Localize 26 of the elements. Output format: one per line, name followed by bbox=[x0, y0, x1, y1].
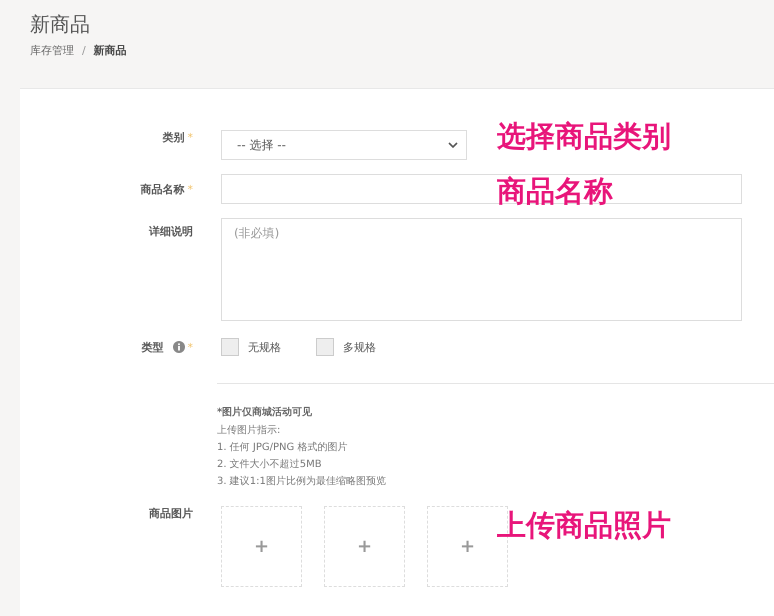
annotation-text: 选择商品类别 bbox=[497, 118, 671, 154]
info-icon bbox=[172, 341, 184, 353]
category-select[interactable]: -- 选择 -- bbox=[221, 130, 467, 160]
required-mark: * bbox=[188, 340, 193, 354]
breadcrumb-current: 新商品 bbox=[94, 43, 127, 58]
description-field[interactable]: (非必填) bbox=[221, 218, 742, 321]
checkbox-label: 无规格 bbox=[248, 340, 281, 354]
field-label: 商品图片 bbox=[149, 506, 193, 521]
annotation-text: 商品名称 bbox=[497, 173, 613, 209]
field-label: 类型 bbox=[142, 340, 164, 354]
checkbox[interactable] bbox=[221, 338, 239, 356]
checkbox[interactable] bbox=[316, 338, 334, 356]
field-label: 类别 bbox=[162, 130, 184, 145]
breadcrumb-link[interactable]: 库存管理 bbox=[30, 43, 74, 58]
field-label: 商品名称 bbox=[140, 182, 184, 197]
required-mark: * bbox=[188, 131, 193, 144]
page-title: 新商品 bbox=[30, 11, 91, 38]
field-label: 详细说明 bbox=[149, 224, 193, 239]
image-upload-slot[interactable]: + bbox=[324, 506, 405, 587]
image-upload-slot[interactable]: + bbox=[221, 506, 302, 587]
chevron-down-icon bbox=[448, 142, 458, 148]
required-mark: * bbox=[188, 183, 193, 196]
upload-instructions: *图片仅商城活动可见 上传图片指示: 1. 任何 JPG/PNG 格式的图片 2. 文件大小不超过5MB 3. 建议1:1图片比例为最佳缩略图预览 bbox=[217, 405, 387, 489]
checkbox-label: 多规格 bbox=[343, 340, 376, 354]
breadcrumb-separator: / bbox=[82, 44, 86, 57]
input-field[interactable] bbox=[221, 174, 742, 204]
